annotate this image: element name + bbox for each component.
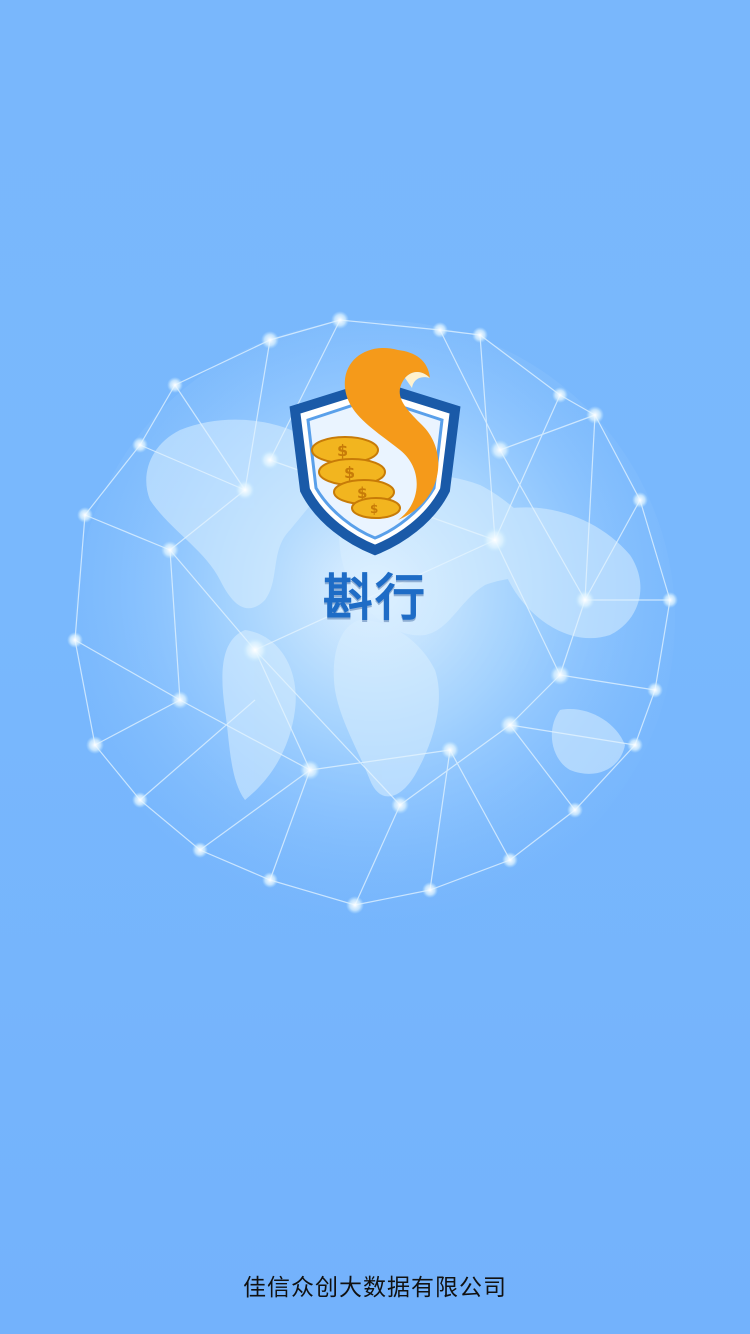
app-logo: $ $ $ $ (280, 340, 470, 560)
svg-text:$: $ (344, 463, 355, 482)
svg-text:$: $ (370, 502, 378, 516)
company-name: 佳信众创大数据有限公司 (243, 1275, 507, 1301)
shield-coins-flame-logo: $ $ $ $ (289, 347, 461, 556)
splash-screen: $ $ $ $ 斟行 佳信众创大数据有限公司 (0, 0, 750, 1334)
svg-text:$: $ (357, 484, 367, 502)
brand-name: 斟行 (323, 569, 427, 627)
svg-text:$: $ (337, 441, 348, 460)
